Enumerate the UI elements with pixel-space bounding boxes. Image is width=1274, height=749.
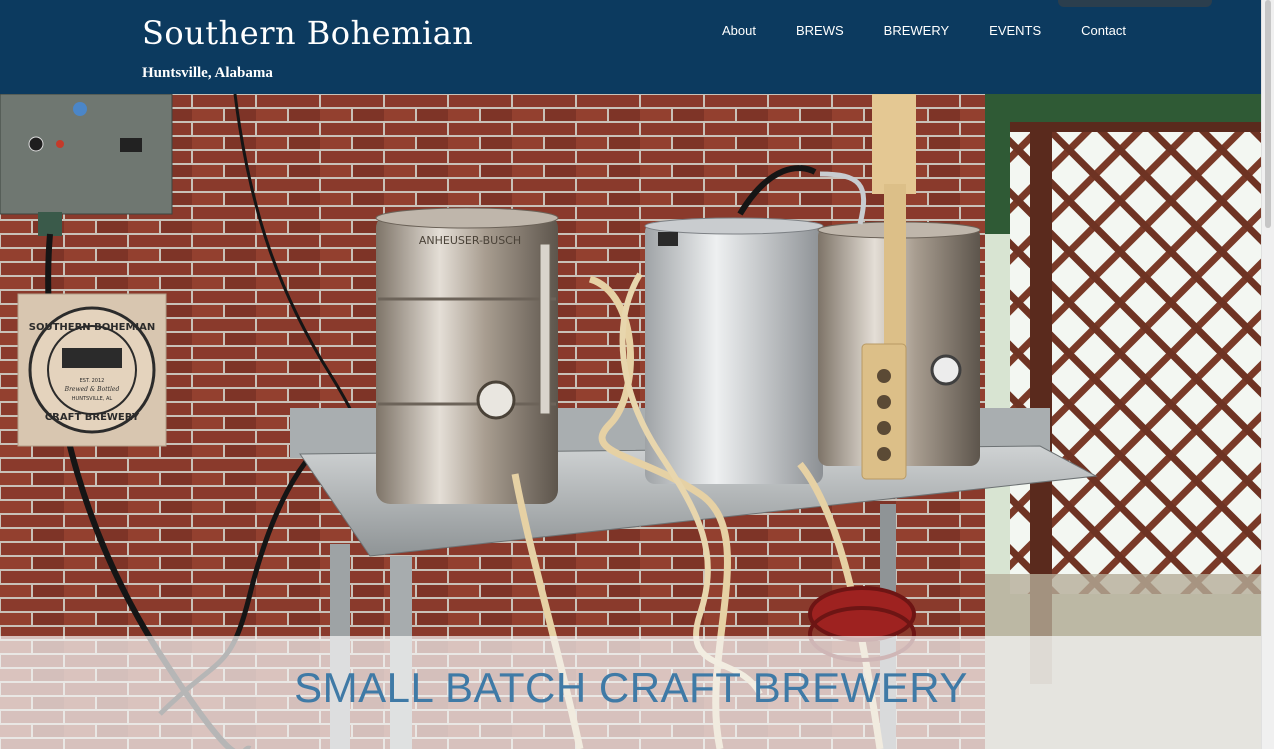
- sign-text-bottom: CRAFT BREWERY: [45, 412, 140, 423]
- site-title[interactable]: Southern Bohemian: [142, 14, 473, 52]
- sign-text-top: SOUTHERN BOHEMIAN: [29, 322, 156, 333]
- main-nav: About BREWS BREWERY EVENTS Contact: [702, 22, 1146, 40]
- nav-tab-indicator: [1058, 0, 1212, 7]
- site-subtitle: Huntsville, Alabama: [142, 65, 273, 81]
- hero-section: SOUTHERN BOHEMIAN EST. 2012 Brewed & Bot…: [0, 94, 1262, 749]
- site-header: Southern Bohemian Huntsville, Alabama Ab…: [0, 0, 1262, 94]
- hero-headline: SMALL BATCH CRAFT BREWERY: [294, 664, 968, 711]
- page-scrollbar[interactable]: [1261, 0, 1274, 749]
- nav-item-brews[interactable]: BREWS: [776, 22, 864, 40]
- scrollbar-thumb[interactable]: [1265, 0, 1271, 228]
- sign-text-brewed: Brewed & Bottled: [64, 386, 120, 393]
- sign-text-city: HUNTSVILLE, AL: [72, 396, 113, 402]
- nav-item-events[interactable]: EVENTS: [969, 22, 1061, 40]
- nav-item-brewery[interactable]: BREWERY: [864, 22, 970, 40]
- sign-text-est: EST. 2012: [80, 378, 105, 384]
- nav-item-about[interactable]: About: [702, 22, 776, 40]
- nav-item-contact[interactable]: Contact: [1061, 22, 1146, 40]
- keg-text: ANHEUSER-BUSCH: [419, 234, 521, 247]
